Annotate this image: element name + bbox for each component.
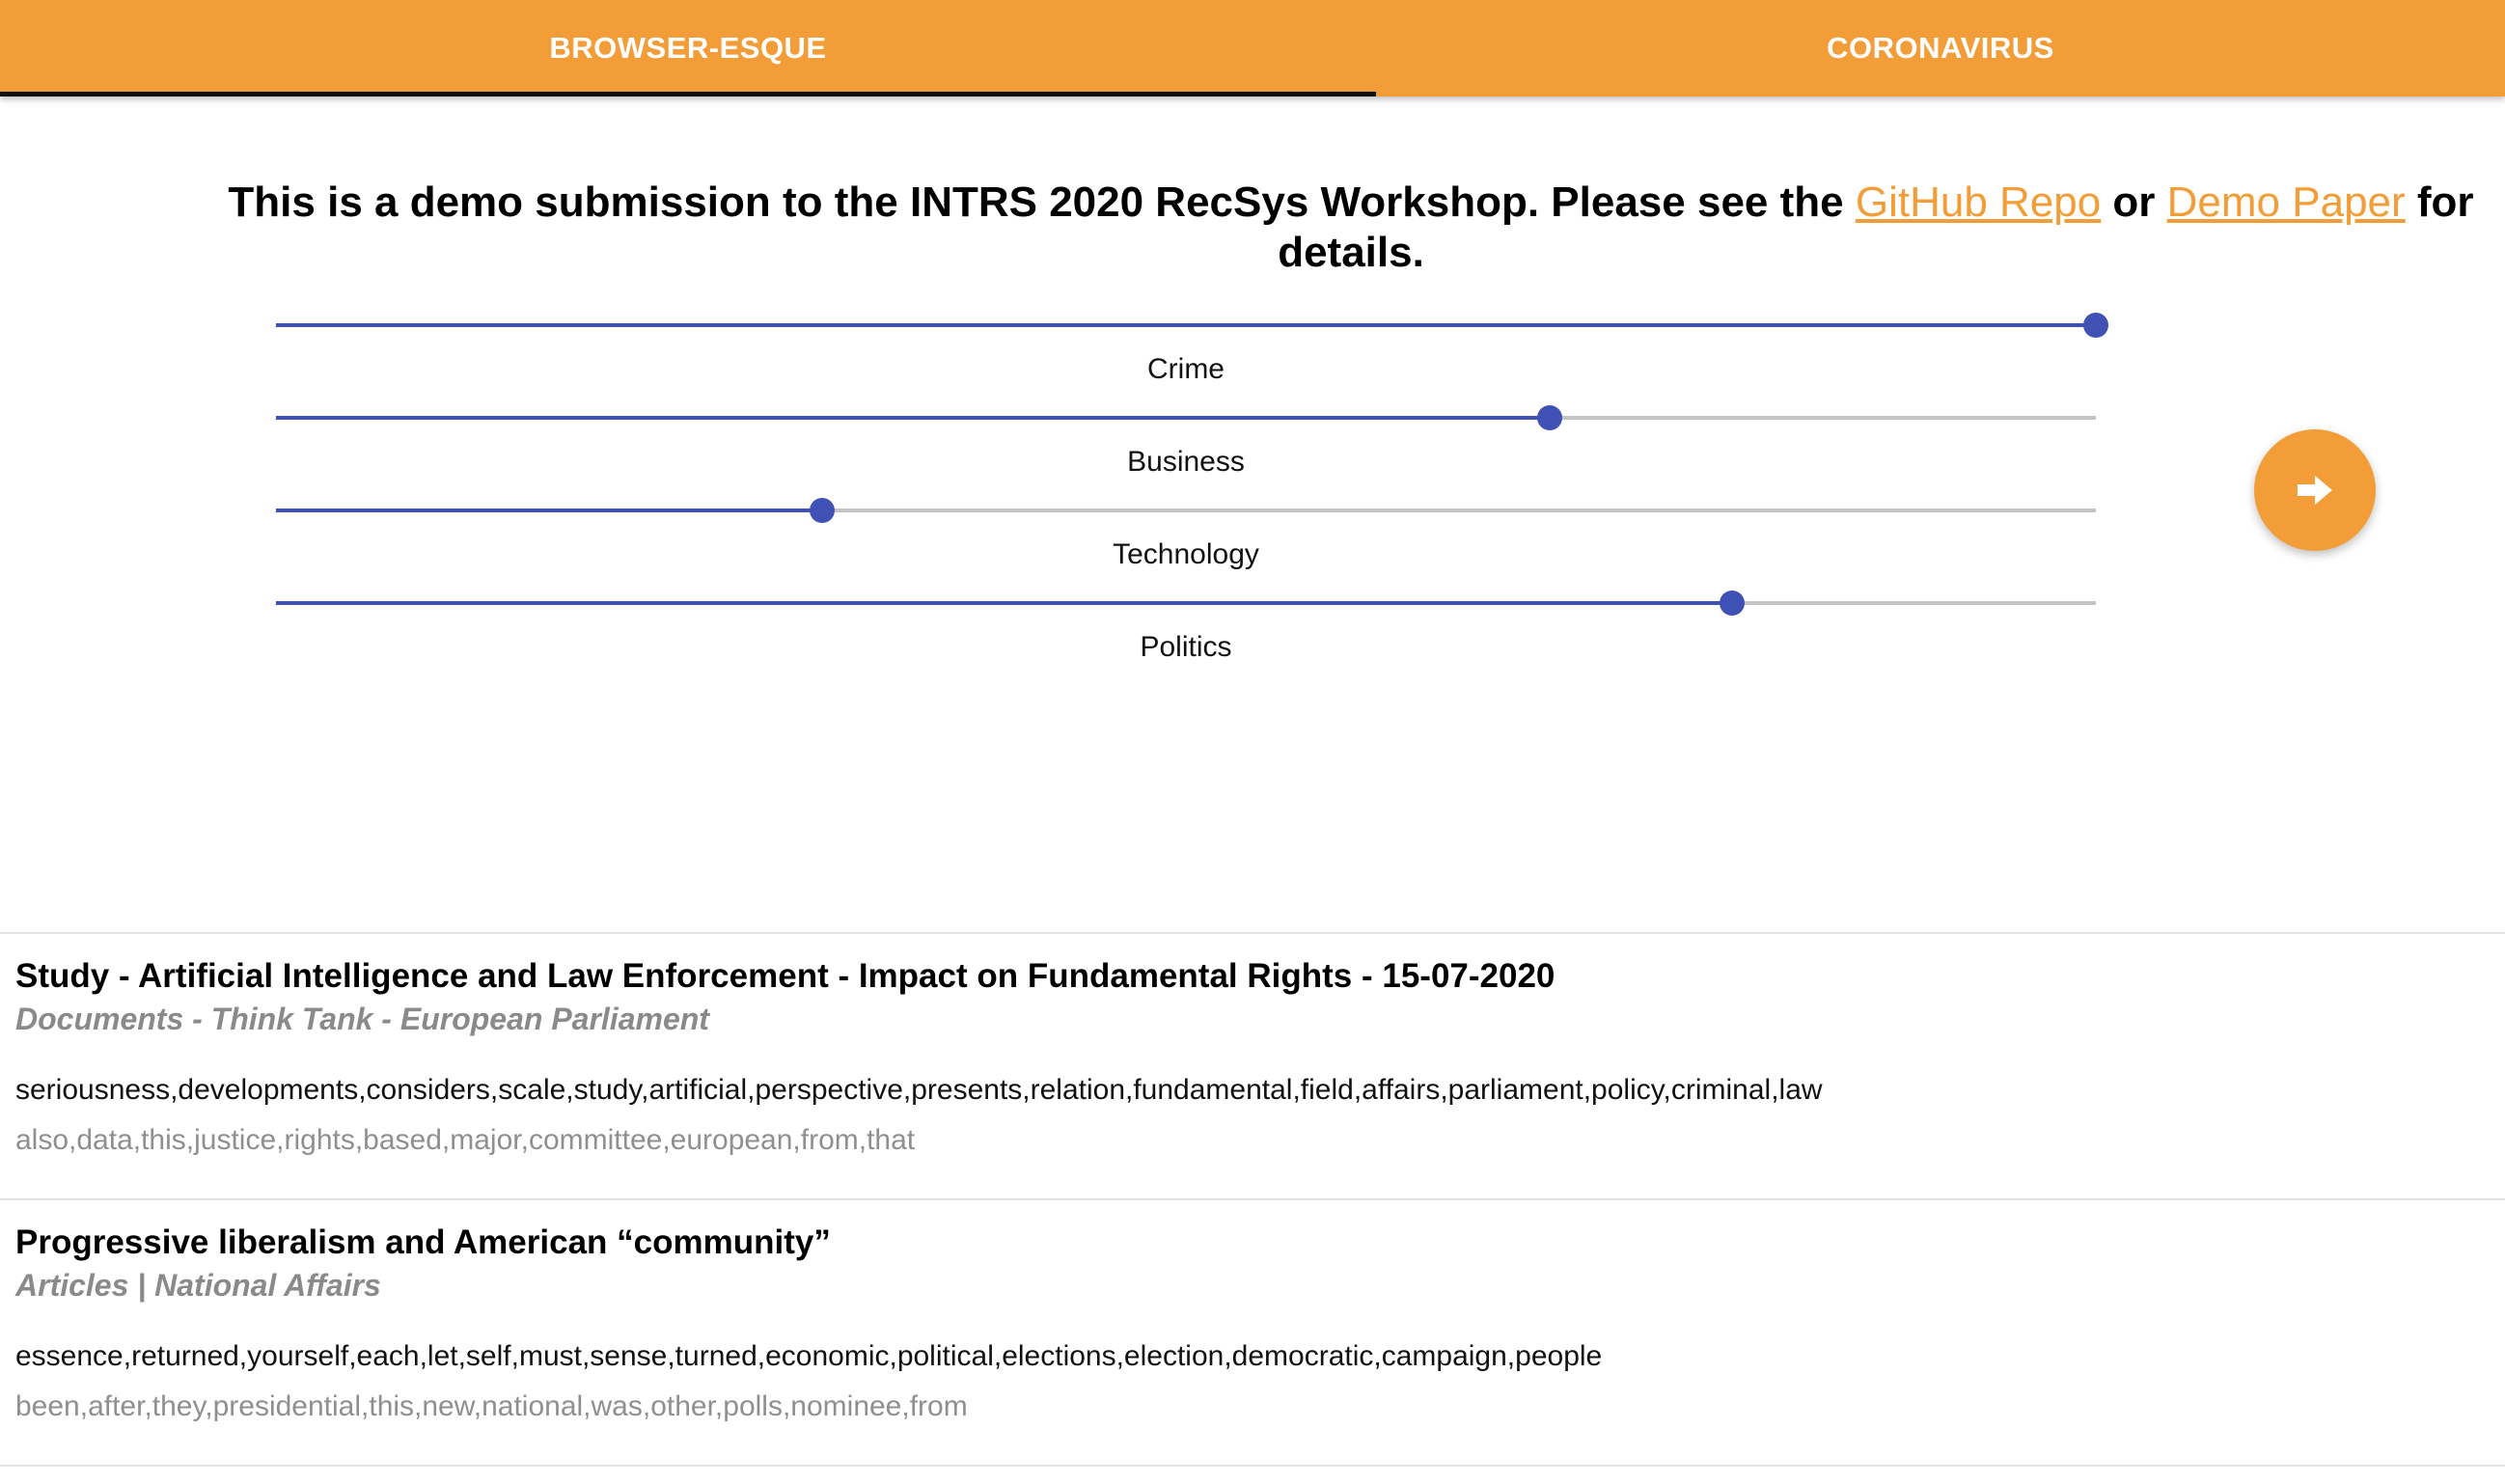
article-keywords-secondary: been,after,they,presidential,this,new,na… xyxy=(15,1390,968,1422)
slider-thumb[interactable] xyxy=(1537,405,1563,430)
politics-slider[interactable] xyxy=(276,589,2096,618)
list-divider xyxy=(0,932,2505,934)
article-item[interactable]: Progressive liberalism and American “com… xyxy=(15,1222,2486,1426)
article-title[interactable]: Study - Artificial Intelligence and Law … xyxy=(15,955,2486,998)
top-tab-bar: BROWSER-ESQUE CORONAVIRUS xyxy=(0,0,2505,96)
technology-slider[interactable] xyxy=(276,496,2096,525)
active-tab-indicator xyxy=(0,92,1376,96)
article-source: Documents - Think Tank - European Parlia… xyxy=(15,1002,709,1036)
slider-fill xyxy=(276,601,1732,605)
crime-slider[interactable] xyxy=(276,311,2108,340)
page-intro: This is a demo submission to the INTRS 2… xyxy=(212,178,2490,278)
article-keywords-primary: essence,returned,yourself,each,let,self,… xyxy=(15,1340,1603,1372)
slider-label-politics: Politics xyxy=(1140,631,1232,663)
slider-thumb[interactable] xyxy=(2083,313,2108,338)
slider-fill xyxy=(276,416,1551,420)
slider-thumb[interactable] xyxy=(809,498,835,523)
demo-paper-link[interactable]: Demo Paper xyxy=(2167,179,2406,226)
article-keywords-primary: seriousness,developments,considers,scale… xyxy=(15,1074,1823,1106)
next-button[interactable] xyxy=(2254,429,2376,551)
article-keywords-secondary: also,data,this,justice,rights,based,majo… xyxy=(15,1124,916,1156)
list-divider xyxy=(0,1465,2505,1467)
business-slider[interactable] xyxy=(276,403,2096,432)
slider-thumb[interactable] xyxy=(1719,591,1745,616)
arrow-right-icon xyxy=(2298,476,2332,505)
list-divider xyxy=(0,1198,2505,1200)
slider-fill xyxy=(276,508,822,512)
slider-fill xyxy=(276,323,2096,327)
article-title[interactable]: Progressive liberalism and American “com… xyxy=(15,1222,2486,1264)
tab-coronavirus[interactable]: CORONAVIRUS xyxy=(1376,0,2505,96)
intro-text: This is a demo submission to the INTRS 2… xyxy=(228,179,1856,226)
github-repo-link[interactable]: GitHub Repo xyxy=(1856,179,2101,226)
tab-browser-esque[interactable]: BROWSER-ESQUE xyxy=(0,0,1376,96)
slider-label-technology: Technology xyxy=(1113,538,1259,570)
intro-text-or: or xyxy=(2101,179,2167,226)
article-source: Articles | National Affairs xyxy=(15,1268,381,1303)
slider-label-crime: Crime xyxy=(1147,353,1225,385)
slider-label-business: Business xyxy=(1127,446,1245,478)
article-item[interactable]: Study - Artificial Intelligence and Law … xyxy=(15,955,2486,1160)
